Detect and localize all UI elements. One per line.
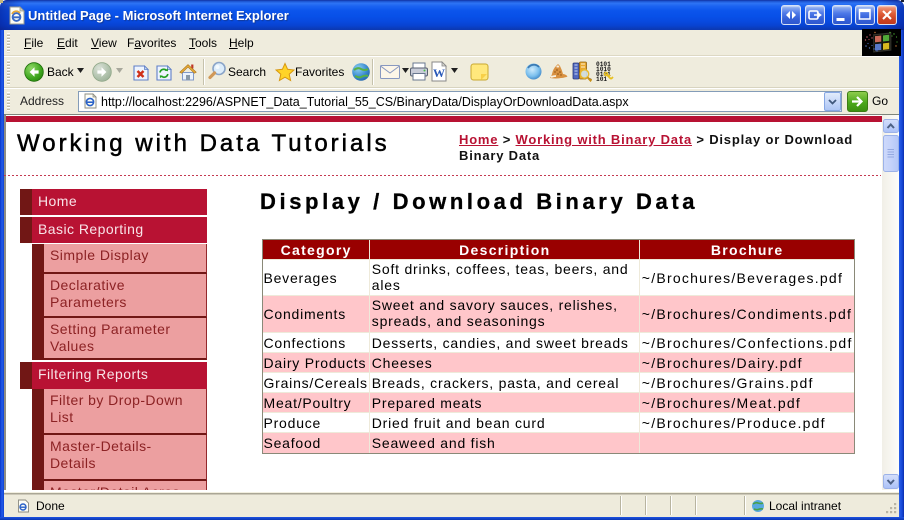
svg-text:101: 101 bbox=[596, 76, 607, 82]
svg-text:W: W bbox=[433, 66, 445, 80]
